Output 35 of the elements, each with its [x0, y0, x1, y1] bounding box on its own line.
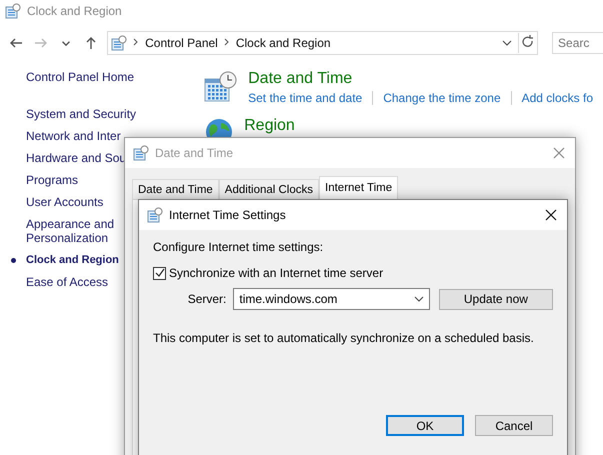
breadcrumb[interactable]: Control Panel — [145, 36, 218, 50]
server-combobox[interactable]: time.windows.com — [233, 288, 430, 310]
breadcrumb[interactable]: Clock and Region — [236, 36, 331, 50]
dropdown-icon[interactable] — [502, 39, 512, 47]
ok-button[interactable]: OK — [386, 415, 464, 436]
status-text: This computer is set to automatically synchronize on a scheduled basis. — [153, 331, 535, 345]
dialog-title: Date and Time — [155, 146, 234, 160]
search-field[interactable]: Searc — [552, 32, 603, 54]
chevron-down-icon — [414, 296, 424, 302]
category-link[interactable]: Set the time and date — [248, 91, 372, 105]
sidebar-link[interactable]: Control Panel Home — [26, 70, 204, 84]
category-link[interactable]: Change the time zone — [372, 91, 511, 105]
instruction-text: Configure Internet time settings: — [153, 240, 324, 254]
field-label: Server: — [186, 292, 226, 306]
close-icon — [545, 209, 557, 221]
close-icon — [553, 147, 565, 159]
tab[interactable]: Internet Time — [319, 176, 398, 199]
update-button[interactable]: Update now — [438, 288, 553, 310]
sidebar-item[interactable]: Clock and Region — [10, 249, 140, 271]
tab[interactable]: Date and Time — [132, 179, 219, 199]
calendar-clock-icon — [204, 70, 238, 104]
address-bar[interactable]: Control Panel Clock and Region — [107, 31, 538, 55]
close-button[interactable] — [543, 207, 559, 223]
chevron-down-icon — [62, 40, 70, 46]
sidebar-item[interactable]: Network and Inter — [10, 125, 140, 147]
checkbox[interactable] — [153, 266, 166, 280]
category-title[interactable]: Region — [244, 117, 295, 135]
checkbox-label[interactable]: Synchronize with an Internet time server — [169, 266, 384, 280]
category-title[interactable]: Date and Time — [248, 70, 603, 88]
window-title: Clock and Region — [27, 4, 122, 18]
sidebar-item[interactable]: System and Security — [10, 103, 140, 125]
category-link[interactable]: Add clocks fo — [510, 91, 603, 105]
tab[interactable]: Additional Clocks — [218, 179, 320, 199]
dialog-title: Internet Time Settings — [169, 208, 287, 222]
cancel-button[interactable]: Cancel — [475, 415, 553, 436]
